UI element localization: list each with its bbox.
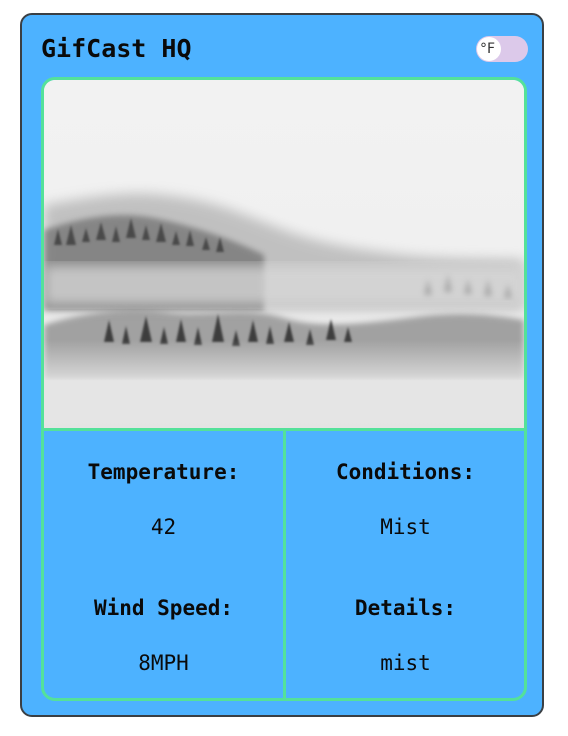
weather-stats: Temperature: 42 Conditions: Mist Wind Sp… — [44, 428, 524, 698]
unit-toggle[interactable]: °F — [476, 36, 528, 62]
weather-panel: Temperature: 42 Conditions: Mist Wind Sp… — [41, 77, 527, 701]
wind-speed-stat: Wind Speed: 8MPH — [44, 594, 283, 677]
misty-forest-image — [44, 80, 524, 428]
temperature-stat: Temperature: 42 — [44, 458, 283, 541]
unit-toggle-label: °F — [480, 41, 496, 57]
conditions-value: Mist — [380, 515, 431, 539]
temperature-value: 42 — [150, 515, 177, 539]
details-stat: Details: mist — [286, 594, 524, 677]
details-label: Details: — [354, 596, 457, 620]
app-title: GifCast HQ — [41, 34, 192, 63]
wind-speed-label: Wind Speed: — [93, 596, 234, 620]
conditions-label: Conditions: — [335, 460, 476, 484]
weather-card: GifCast HQ °F Temperature: 42 Conditions… — [20, 13, 544, 717]
temperature-label: Temperature: — [87, 460, 240, 484]
conditions-stat: Conditions: Mist — [286, 458, 524, 541]
wind-speed-value: 8MPH — [138, 651, 189, 675]
details-value: mist — [380, 651, 431, 675]
